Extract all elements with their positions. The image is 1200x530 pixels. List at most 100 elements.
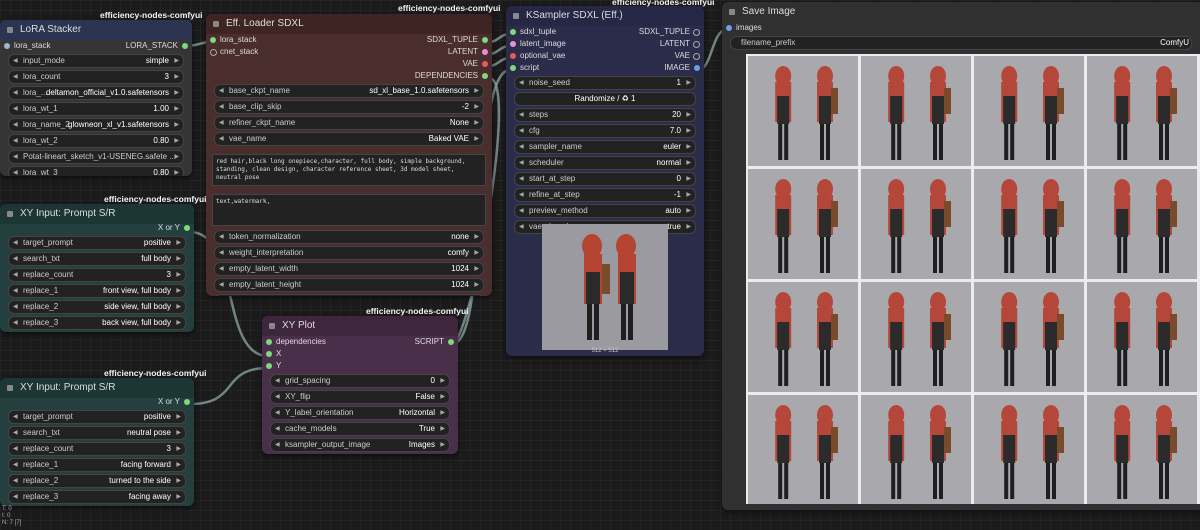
increment-arrow-icon[interactable]: ▶: [686, 109, 691, 121]
widget-2[interactable]: ◀ refiner_ckpt_name None ▶: [214, 116, 484, 130]
increment-arrow-icon[interactable]: ▶: [686, 125, 691, 137]
increment-arrow-icon[interactable]: ▶: [474, 279, 479, 291]
lora-stacker-title-bar[interactable]: LoRA Stacker: [0, 20, 192, 40]
decrement-arrow-icon[interactable]: ◀: [13, 103, 18, 115]
output-dot[interactable]: [184, 225, 190, 231]
lora-stack-input-slot[interactable]: lora_stack: [4, 40, 50, 52]
increment-arrow-icon[interactable]: ▶: [176, 443, 181, 455]
widget-0[interactable]: ◀ target_prompt positive ▶: [8, 410, 186, 424]
widget-3[interactable]: ◀ vae_name Baked VAE ▶: [214, 132, 484, 146]
widget-7[interactable]: ◀ lora_wt_3 0.80 ▶: [8, 166, 184, 176]
output-slot-vae[interactable]: VAE: [675, 50, 700, 62]
decrement-arrow-icon[interactable]: ◀: [519, 141, 524, 153]
output-dot[interactable]: [694, 65, 700, 71]
widget-3[interactable]: ◀ replace_1 facing forward ▶: [8, 458, 186, 472]
collapse-icon[interactable]: [7, 211, 13, 217]
widget-1[interactable]: ◀ cfg 7.0 ▶: [514, 124, 696, 138]
output-dot[interactable]: [184, 399, 190, 405]
output-slot-latent[interactable]: LATENT: [448, 46, 488, 58]
increment-arrow-icon[interactable]: ▶: [440, 407, 445, 419]
widget-1[interactable]: ◀ base_clip_skip -2 ▶: [214, 100, 484, 114]
widget-2[interactable]: ◀ Y_label_orientation Horizontal ▶: [270, 406, 450, 420]
input-slot-lora-stack[interactable]: lora_stack: [210, 34, 256, 46]
output-dot[interactable]: [482, 49, 488, 55]
output-slot-image[interactable]: IMAGE: [664, 62, 700, 74]
decrement-arrow-icon[interactable]: ◀: [219, 85, 224, 97]
widget-4[interactable]: ◀ ksampler_output_image Images ▶: [270, 438, 450, 452]
increment-arrow-icon[interactable]: ▶: [174, 55, 179, 67]
decrement-arrow-icon[interactable]: ◀: [13, 427, 18, 439]
decrement-arrow-icon[interactable]: ◀: [219, 117, 224, 129]
decrement-arrow-icon[interactable]: ◀: [219, 231, 224, 243]
ksampler-sdxl-node[interactable]: KSampler SDXL (Eff.) sdxl_tuple SDXL_TUPL…: [506, 6, 704, 356]
input-dot[interactable]: [4, 43, 10, 49]
output-slot-latent[interactable]: LATENT: [660, 38, 700, 50]
noise-seed-widget[interactable]: ◀ noise_seed 1 ▶: [514, 76, 696, 90]
lora-stacker-node[interactable]: LoRA Stacker lora_stack LORA_STACK ◀ inpu…: [0, 20, 192, 176]
xy-input-1-title-bar[interactable]: XY Input: Prompt S/R: [0, 204, 194, 224]
decrement-arrow-icon[interactable]: ◀: [13, 269, 18, 281]
increment-arrow-icon[interactable]: ▶: [174, 135, 179, 147]
increment-arrow-icon[interactable]: ▶: [176, 301, 181, 313]
collapse-icon[interactable]: [729, 9, 735, 15]
input-dot[interactable]: [210, 37, 216, 43]
decrement-arrow-icon[interactable]: ◀: [13, 285, 18, 297]
decrement-arrow-icon[interactable]: ◀: [519, 125, 524, 137]
script-output-slot[interactable]: SCRIPT: [415, 336, 454, 348]
widget-1[interactable]: ◀ lora_count 3 ▶: [8, 70, 184, 84]
input-slot-script[interactable]: script: [510, 62, 539, 74]
decrement-arrow-icon[interactable]: ◀: [13, 237, 18, 249]
widget-5[interactable]: ◀ lora_wt_2 0.80 ▶: [8, 134, 184, 148]
collapse-icon[interactable]: [7, 27, 13, 33]
decrement-arrow-icon[interactable]: ◀: [13, 71, 18, 83]
positive-prompt-textarea[interactable]: red hair,black long onepiece,character, …: [212, 154, 486, 186]
decrement-arrow-icon[interactable]: ◀: [13, 253, 18, 265]
decrement-arrow-icon[interactable]: ◀: [13, 87, 18, 99]
decrement-arrow-icon[interactable]: ◀: [519, 189, 524, 201]
output-dot[interactable]: [482, 61, 488, 67]
widget-4[interactable]: ◀ lora_name_2 glowneon_xl_v1.safetensors ▶: [8, 118, 184, 132]
input-slot-sdxl-tuple[interactable]: sdxl_tuple: [510, 26, 556, 38]
decrement-arrow-icon[interactable]: ◀: [275, 423, 280, 435]
xy-input-prompt-sr-node-2[interactable]: XY Input: Prompt S/R X or Y ◀ target_prom…: [0, 378, 194, 506]
decrement-arrow-icon[interactable]: ◀: [13, 411, 18, 423]
output-slot-dependencies[interactable]: DEPENDENCIES: [415, 70, 488, 82]
input-dot[interactable]: [510, 29, 516, 35]
xy-plot-node[interactable]: XY Plot dependencies SCRIPT X Y ◀ grid_sp…: [262, 316, 458, 454]
input-dot[interactable]: [510, 65, 516, 71]
widget-0[interactable]: ◀ steps 20 ▶: [514, 108, 696, 122]
input-slot-cnet-stack[interactable]: cnet_stack: [210, 46, 258, 58]
decrement-arrow-icon[interactable]: ◀: [275, 375, 280, 387]
increment-arrow-icon[interactable]: ▶: [174, 119, 179, 131]
input-dot[interactable]: [266, 339, 272, 345]
widget-5[interactable]: ◀ replace_3 back view, full body ▶: [8, 316, 186, 330]
x-input-slot[interactable]: X: [266, 348, 281, 360]
output-slot-vae[interactable]: VAE: [463, 58, 488, 70]
widget-5[interactable]: ◀ refine_at_step -1 ▶: [514, 188, 696, 202]
xy-plot-title-bar[interactable]: XY Plot: [262, 316, 458, 336]
input-dot[interactable]: [726, 25, 732, 31]
dependencies-input-slot[interactable]: dependencies: [266, 336, 326, 348]
collapse-icon[interactable]: [269, 323, 275, 329]
widget-6[interactable]: ◀ preview_method auto ▶: [514, 204, 696, 218]
x-or-y-output-slot[interactable]: X or Y: [158, 396, 190, 408]
decrement-arrow-icon[interactable]: ◀: [13, 459, 18, 471]
decrement-arrow-icon[interactable]: ◀: [219, 279, 224, 291]
widget-2[interactable]: ◀ replace_count 3 ▶: [8, 442, 186, 456]
widget-6[interactable]: ◀ Potat-lineart_sketch_v1-USENEG.safete .…: [8, 150, 184, 164]
input-dot[interactable]: [210, 49, 217, 56]
increment-arrow-icon[interactable]: ▶: [686, 77, 691, 89]
eff-loader-title-bar[interactable]: Eff. Loader SDXL: [206, 14, 492, 34]
images-input-slot[interactable]: images: [726, 22, 762, 34]
increment-arrow-icon[interactable]: ▶: [176, 475, 181, 487]
widget-2[interactable]: ◀ lora_... deltamon_official_v1.0.safetens…: [8, 86, 184, 100]
input-slot-optional-vae[interactable]: optional_vae: [510, 50, 565, 62]
decrement-arrow-icon[interactable]: ◀: [519, 77, 524, 89]
decrement-arrow-icon[interactable]: ◀: [219, 295, 224, 296]
xy-input-2-title-bar[interactable]: XY Input: Prompt S/R: [0, 378, 194, 398]
ksampler-title-bar[interactable]: KSampler SDXL (Eff.): [506, 6, 704, 26]
increment-arrow-icon[interactable]: ▶: [440, 423, 445, 435]
increment-arrow-icon[interactable]: ▶: [174, 151, 179, 163]
widget-0[interactable]: ◀ token_normalization none ▶: [214, 230, 484, 244]
widget-3[interactable]: ◀ empty_latent_height 1024 ▶: [214, 278, 484, 292]
